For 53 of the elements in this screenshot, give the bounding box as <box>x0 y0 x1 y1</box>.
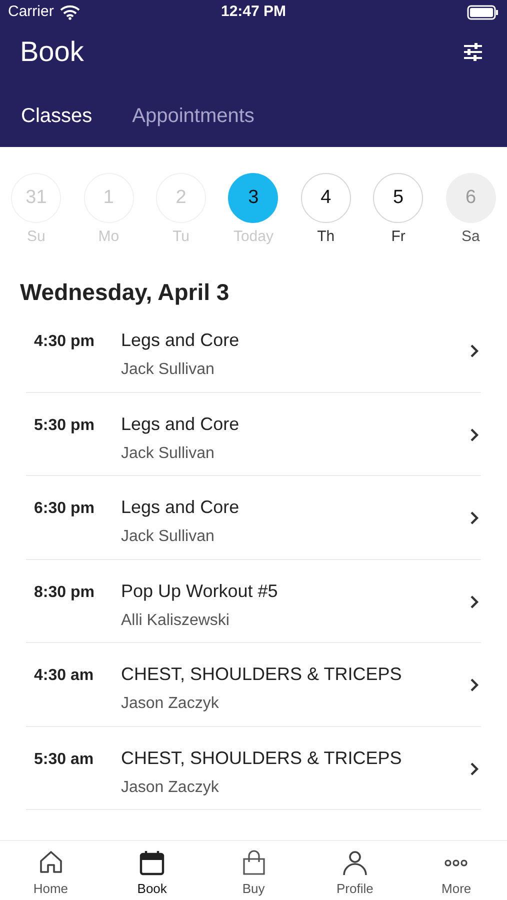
chevron-icon <box>470 762 479 776</box>
class-time: 8:30 pm <box>34 582 96 602</box>
class-row[interactable]: 4:30 am CHEST, SHOULDERS & TRICEPS Jason Zaczyk <box>26 643 481 726</box>
day-button[interactable]: 5 <box>373 173 424 223</box>
filter-icon[interactable] <box>462 42 484 62</box>
date-heading: Wednesday, April 3 <box>19 278 230 307</box>
class-name: CHEST, SHOULDERS & TRICEPS <box>121 663 403 686</box>
chevron-icon <box>470 511 479 526</box>
instructor-name: Jack Sullivan <box>121 444 216 464</box>
day-label: Fr <box>391 227 406 247</box>
class-name: Pop Up Workout #5 <box>121 580 279 603</box>
tab-bar-item[interactable]: More <box>406 841 507 900</box>
tab-bar-item[interactable]: Home <box>0 841 102 900</box>
chevron-icon <box>470 678 479 692</box>
tab-bar-item[interactable]: Buy <box>202 841 304 900</box>
class-name: Legs and Core <box>121 412 240 436</box>
instructor-name: Jason Zaczyk <box>121 778 220 798</box>
tab-bar-item[interactable]: Profile <box>304 841 406 900</box>
class-time: 5:30 pm <box>34 416 96 436</box>
instructor-name: Jack Sullivan <box>121 527 216 547</box>
day-button[interactable]: 3 <box>228 173 278 223</box>
instructor-name: Jack Sullivan <box>121 360 216 380</box>
calendar-icon <box>138 849 166 877</box>
class-row[interactable]: 5:30 pm Legs and Core Jack Sullivan <box>26 392 481 476</box>
more-icon <box>444 859 468 867</box>
tab[interactable]: Appointments <box>132 100 254 130</box>
class-name: CHEST, SHOULDERS & TRICEPS <box>121 746 403 770</box>
class-row[interactable]: 5:30 am CHEST, SHOULDERS & TRICEPS Jason Zaczyk <box>26 726 481 810</box>
class-time: 5:30 am <box>34 750 95 770</box>
instructor-name: Alli Kaliszewski <box>121 610 230 630</box>
chevron-icon <box>470 594 479 609</box>
tab[interactable]: Classes <box>21 100 92 130</box>
class-time: 4:30 am <box>34 666 95 686</box>
day-button[interactable]: 4 <box>300 173 351 223</box>
class-row[interactable]: 4:30 pm Legs and Core Jack Sullivan <box>26 309 481 392</box>
class-row[interactable]: 6:30 pm Legs and Core Jack Sullivan <box>26 476 481 560</box>
day-label: Sa <box>462 227 480 247</box>
instructor-name: Jason Zaczyk <box>121 694 220 714</box>
class-row[interactable]: 8:30 pm Pop Up Workout #5 Alli Kaliszewski <box>26 560 481 643</box>
status-time: 12:47 PM <box>220 2 286 22</box>
battery-icon <box>467 4 499 20</box>
carrier-name: Carrier <box>8 2 54 22</box>
tab-bar-item[interactable]: Book <box>101 841 203 900</box>
class-name: Legs and Core <box>121 496 240 519</box>
chevron-icon <box>470 428 479 442</box>
day-label: Th <box>317 227 335 247</box>
page-title: Book <box>20 35 84 69</box>
class-time: 4:30 pm <box>34 332 96 352</box>
class-time: 6:30 pm <box>34 499 96 519</box>
wifi-icon <box>60 4 80 20</box>
class-name: Legs and Core <box>121 329 240 352</box>
person-icon <box>340 849 369 877</box>
chevron-icon <box>470 344 479 358</box>
